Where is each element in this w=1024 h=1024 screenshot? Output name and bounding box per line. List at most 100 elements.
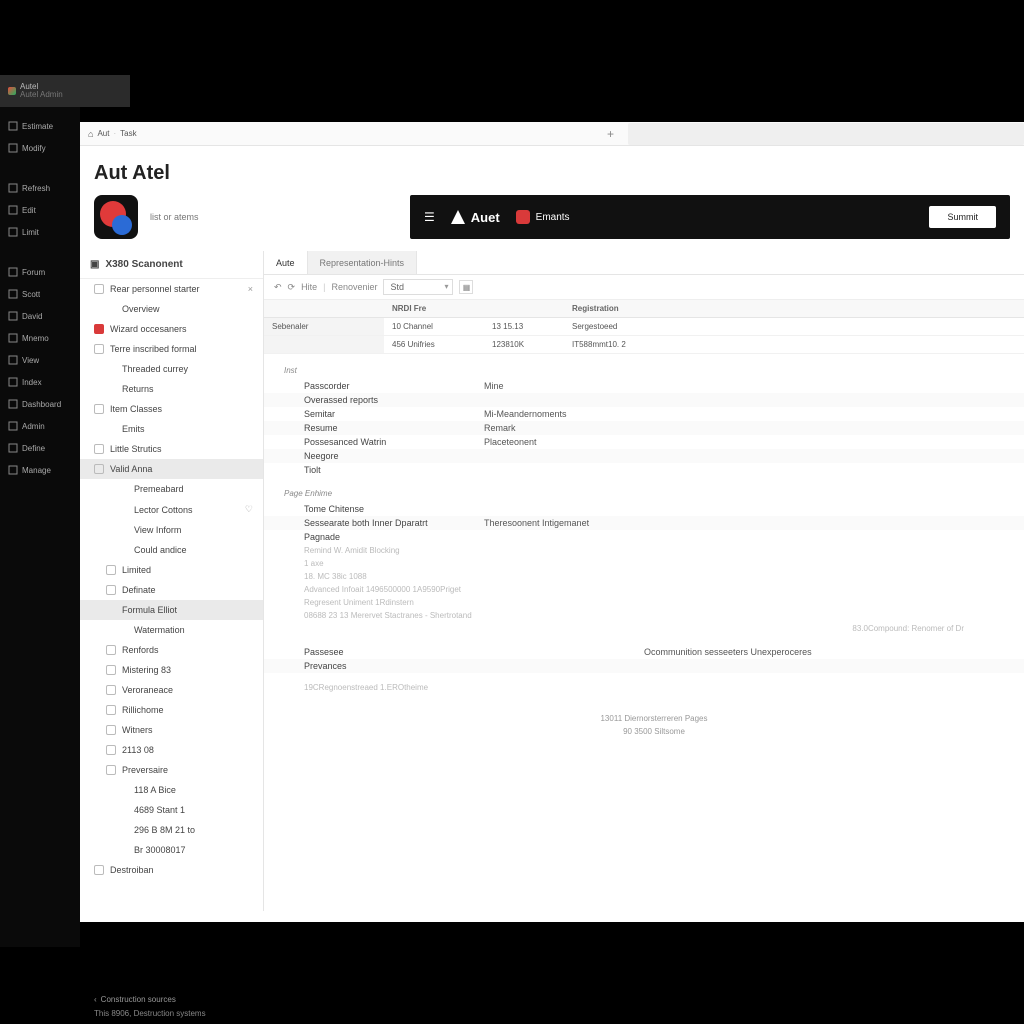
tree-item[interactable]: Veroraneace [80,680,263,700]
folder-icon [106,685,116,695]
heart-icon[interactable]: ♡ [245,504,253,515]
grid-header: Registration [564,300,1024,318]
tree-item[interactable]: 2113 08 [80,740,263,760]
info-line: Advanced Infoait 1496500000 1A9590Priget [264,583,1024,596]
folder-icon [106,585,116,595]
tree-item-label: Watermation [134,625,253,635]
folder-icon [106,745,116,755]
project-header[interactable]: ▣ X380 Scanonent [80,251,263,279]
brand-logo-icon [94,195,138,239]
back-icon[interactable]: ↶ [274,282,282,293]
footer-line-1[interactable]: ‹Construction sources [94,995,176,1004]
nav-item-admin[interactable]: Admin [6,415,74,437]
bullet-icon [118,625,128,635]
tree-item[interactable]: Lector Cottons ♡ [80,499,263,520]
tree-item[interactable]: Premeabard [80,479,263,499]
nav-item-index[interactable]: Index [6,371,74,393]
nav-item-limit[interactable]: Limit [6,221,74,243]
tree-item[interactable]: 4689 Stant 1 [80,800,263,820]
grid-cell: Sergestoeed [564,318,1024,336]
tree-item[interactable]: Watermation [80,620,263,640]
tree-item[interactable]: Preversaire [80,760,263,780]
bullet-icon [118,825,128,835]
tree-item[interactable]: View Inform [80,520,263,540]
bullet-icon [106,605,116,615]
tree-item-label: Renfords [122,645,253,655]
grid-header [484,300,564,318]
bullet-icon [118,505,128,515]
tree-item[interactable]: Formula Elliot [80,600,263,620]
tree-item[interactable]: Threaded currey [80,359,263,379]
nav-item-modify[interactable]: Modify [6,137,74,159]
grid-icon[interactable]: ▦ [459,280,473,294]
tree-item[interactable]: Witners [80,720,263,740]
nav-item-refresh[interactable]: Refresh [6,177,74,199]
tree-item[interactable]: Destroiban [80,860,263,880]
tree-item[interactable]: Returns [80,379,263,399]
grid-cell: IT588mmt10. 2 [564,336,1024,354]
tree-item[interactable]: 118 A Bice [80,780,263,800]
device-icon: ▣ [90,259,99,270]
tree-item[interactable]: Renfords [80,640,263,660]
page-row: Pagnade [264,530,1024,544]
nav-item-forum[interactable]: Forum [6,261,74,283]
refresh-icon[interactable]: ⟳ [288,282,296,293]
tree-item[interactable]: Terre inscribed formal [80,339,263,359]
close-icon[interactable]: × [248,284,253,294]
new-tab-button[interactable]: + [597,127,624,141]
address-box[interactable] [628,123,1024,145]
tree-item[interactable]: Limited [80,560,263,580]
tree-item[interactable]: Little Strutics [80,439,263,459]
tree-item[interactable]: Mistering 83 [80,660,263,680]
page-title: Aut Atel [94,162,1010,185]
toolbar-select[interactable]: Std [383,279,453,295]
folder-icon [94,464,104,474]
content-toolbar: ↶ ⟳ Hite | Renovenier Std ▦ [264,275,1024,300]
tree-item[interactable]: Rillichome [80,700,263,720]
banner-submit-button[interactable]: Summit [929,206,996,228]
bullet-icon [118,525,128,535]
tab-main[interactable]: Aute [264,251,308,274]
nav-item-edit[interactable]: Edit [6,199,74,221]
top-banner: ☰ Auet Emants Summit [410,195,1010,239]
nav-item-scott[interactable]: Scott [6,283,74,305]
nav-item-mnemo[interactable]: Mnemo [6,327,74,349]
tree-item[interactable]: Could andice [80,540,263,560]
tree-item[interactable]: Rear personnel starter× [80,279,263,299]
nav-item-estimate[interactable]: Estimate [6,115,74,137]
tree-item[interactable]: Definate [80,580,263,600]
detail-key: Possesanced Watrin [304,437,484,447]
grid-cell: 13 15.13 [484,318,564,336]
nav-item-define[interactable]: Define [6,437,74,459]
bullet-icon [106,424,116,434]
tree-item-label: Emits [122,424,253,434]
menu-icon[interactable]: ☰ [424,210,435,224]
page-row: Sessearate both Inner DparatrtTheresoone… [264,516,1024,530]
tree-item[interactable]: Wizard occesaners [80,319,263,339]
tree-item[interactable]: Valid Anna [80,459,263,479]
nav-item-dashboard[interactable]: Dashboard [6,393,74,415]
banner-mid[interactable]: Emants [516,210,570,224]
summary-grid: NRDI FreRegistrationSebenaler10 Channel1… [264,300,1024,354]
tree-item[interactable]: 296 B 8M 21 to [80,820,263,840]
tree-item[interactable]: Br 30008017 [80,840,263,860]
window-tab[interactable]: Autel Autel Admin [0,75,130,107]
nav-item-manage[interactable]: Manage [6,459,74,481]
detail-key: Neegore [304,451,484,461]
content-tabs: Aute Representation-Hints [264,251,1024,275]
breadcrumb[interactable]: ⌂ Aut · Task [80,129,145,139]
tree-item[interactable]: Item Classes [80,399,263,419]
tree-item[interactable]: Overview [80,299,263,319]
tree-item-label: Lector Cottons [134,505,239,515]
nav-item-david[interactable]: David [6,305,74,327]
detail-value [484,465,1004,475]
tree-item-label: Overview [122,304,253,314]
page-header: Aut Atel [80,146,1024,195]
tree-item[interactable]: Emits [80,419,263,439]
nav-item-view[interactable]: View [6,349,74,371]
tree-item-label: Rillichome [122,705,253,715]
grid-cell: Sebenaler [264,318,384,336]
tree-item-label: Mistering 83 [122,665,253,675]
tab-secondary[interactable]: Representation-Hints [308,251,418,274]
folder-icon [94,444,104,454]
